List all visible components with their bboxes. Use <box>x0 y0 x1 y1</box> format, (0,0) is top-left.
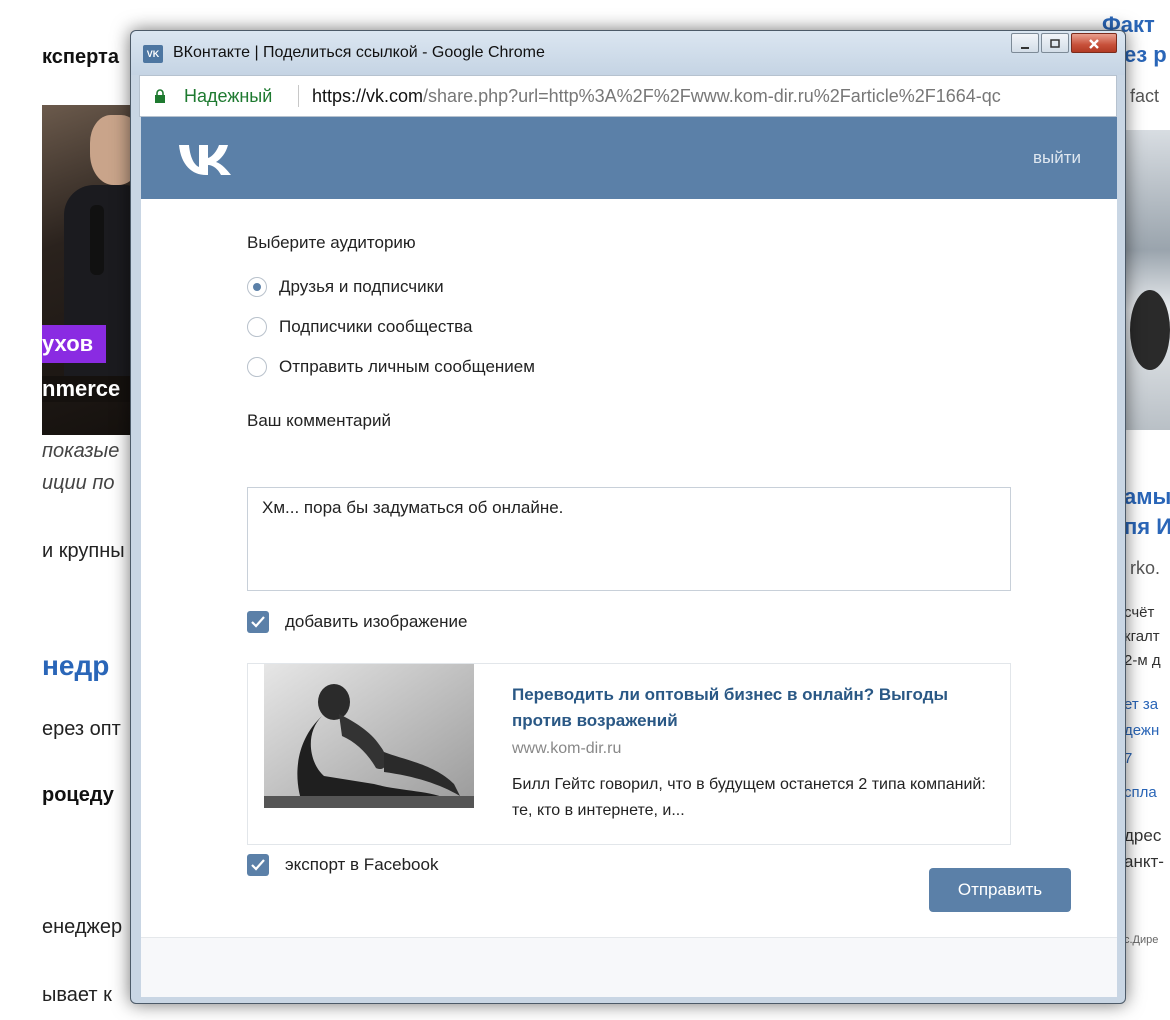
bg-text: ет за <box>1124 696 1159 713</box>
bg-text: енеджер <box>42 916 123 938</box>
bg-text: роцеду <box>42 784 114 806</box>
bg-text: показые <box>42 440 120 462</box>
bg-text: недр <box>42 650 110 681</box>
bg-text: rko. <box>1130 558 1161 578</box>
window-title: ВКонтакте | Поделиться ссылкой - Google … <box>173 44 545 61</box>
add-image-checkbox[interactable] <box>247 611 269 633</box>
comment-title: Ваш комментарий <box>247 411 391 430</box>
radio-label: Отправить личным сообщением <box>279 357 535 376</box>
minimize-button[interactable] <box>1011 33 1039 53</box>
audience-title: Выберите аудиторию <box>247 233 416 252</box>
window-titlebar[interactable]: VK ВКонтакте | Поделиться ссылкой - Goog… <box>131 31 1125 75</box>
bg-text: амы <box>1124 484 1170 509</box>
close-button[interactable] <box>1071 33 1117 53</box>
bg-article-photo <box>1125 130 1170 430</box>
bg-text: ерез опт <box>42 718 121 740</box>
vk-logo[interactable] <box>177 139 239 189</box>
audience-option-private-message[interactable]: Отправить личным сообщением <box>247 355 535 379</box>
form-footer <box>141 937 1117 997</box>
url-text[interactable]: https://vk.com/share.php?url=http%3A%2F%… <box>312 86 1110 107</box>
address-separator <box>298 85 299 107</box>
address-bar[interactable]: Надежный https://vk.com/share.php?url=ht… <box>139 75 1117 117</box>
close-icon <box>1072 34 1116 55</box>
bg-text: с.Дире <box>1124 934 1159 946</box>
preview-description: Билл Гейтс говорил, что в будущем остане… <box>512 776 986 819</box>
preview-domain: www.kom-dir.ru <box>512 740 622 757</box>
radio-button[interactable] <box>247 277 267 297</box>
thinker-statue-image <box>264 664 474 808</box>
vk-header: выйти <box>141 117 1117 199</box>
bg-text: кспертa <box>42 46 119 68</box>
bg-text: пя И <box>1124 514 1170 539</box>
logout-link[interactable]: выйти <box>1033 148 1081 168</box>
url-host: https://vk.com <box>312 86 424 106</box>
bg-text: дрес <box>1124 826 1162 845</box>
export-facebook-checkbox[interactable] <box>247 854 269 876</box>
bg-text: счёт <box>1124 604 1155 621</box>
export-facebook-option[interactable]: экспорт в Facebook <box>247 854 438 876</box>
preview-title-link[interactable]: Переводить ли оптовый бизнес в онлайн? В… <box>512 682 982 734</box>
maximize-icon <box>1042 34 1068 55</box>
add-image-option[interactable]: добавить изображение <box>247 611 467 633</box>
secure-label: Надежный <box>184 86 273 106</box>
minimize-icon <box>1012 34 1038 56</box>
bg-badge: ухов <box>42 325 106 363</box>
bg-text: fact <box>1130 86 1160 106</box>
maximize-button[interactable] <box>1041 33 1069 53</box>
send-button[interactable]: Отправить <box>929 868 1071 912</box>
bg-text: спла <box>1124 784 1157 801</box>
bg-text: дежн <box>1124 722 1160 739</box>
bg-text: и крупны <box>42 540 125 562</box>
export-facebook-label: экспорт в Facebook <box>285 855 439 874</box>
audience-option-friends[interactable]: Друзья и подписчики <box>247 275 444 299</box>
bg-text: ывает к <box>42 984 112 1006</box>
bg-text: анкт- <box>1124 852 1164 871</box>
checkmark-icon <box>251 616 265 628</box>
link-preview-card: Переводить ли оптовый бизнес в онлайн? В… <box>247 663 1011 845</box>
window-controls <box>1009 33 1117 63</box>
radio-label: Друзья и подписчики <box>279 277 444 296</box>
bg-text: иции по <box>42 472 115 494</box>
audience-option-community[interactable]: Подписчики сообщества <box>247 315 472 339</box>
radio-button[interactable] <box>247 357 267 377</box>
comment-field[interactable]: Хм... пора бы задуматься об онлайне. <box>247 487 1011 591</box>
add-image-label: добавить изображение <box>285 612 468 631</box>
checkmark-icon <box>251 859 265 871</box>
bg-text: ез р <box>1124 42 1167 67</box>
preview-image <box>264 664 474 808</box>
bg-text: nmerce <box>42 376 137 402</box>
bg-text: кгалт <box>1124 628 1160 645</box>
share-page: выйти Выберите аудиторию Друзья и подпис… <box>141 117 1117 997</box>
bg-text: 2-м д <box>1124 652 1161 669</box>
share-popup-window: VK ВКонтакте | Поделиться ссылкой - Goog… <box>130 30 1126 1004</box>
radio-button[interactable] <box>247 317 267 337</box>
lock-icon <box>154 89 166 103</box>
vk-icon: VK <box>143 45 163 63</box>
radio-label: Подписчики сообщества <box>279 317 473 336</box>
url-path: /share.php?url=http%3A%2F%2Fwww.kom-dir.… <box>423 86 1001 106</box>
